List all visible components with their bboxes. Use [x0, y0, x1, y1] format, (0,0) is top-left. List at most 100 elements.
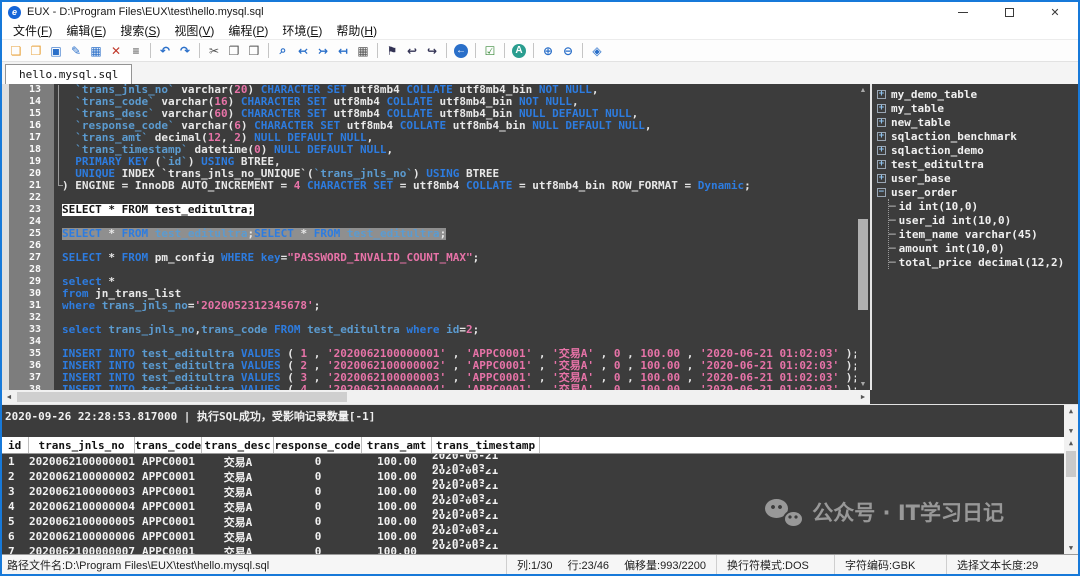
- open-file-icon[interactable]: ❐: [27, 42, 45, 59]
- table-row[interactable]: 72020062100000007APPC0001交易A0100.002020-…: [2, 544, 1078, 554]
- about-icon[interactable]: ◈: [588, 42, 606, 59]
- code-line[interactable]: 30from jn_trans_list: [2, 288, 856, 300]
- menu-item-h[interactable]: 帮助(H): [329, 22, 384, 39]
- tree-column-item[interactable]: user_id int(10,0): [889, 213, 1078, 227]
- table-row[interactable]: 22020062100000002APPC0001交易A0100.002020-…: [2, 469, 1078, 484]
- code-line[interactable]: 25SELECT * FROM test_editultra;SELECT * …: [2, 228, 856, 240]
- goto-line-icon[interactable]: ↤: [334, 42, 352, 59]
- editor-horizontal-scrollbar[interactable]: ◄ ►: [2, 390, 870, 404]
- minimize-button[interactable]: [940, 2, 986, 22]
- code-line[interactable]: 36INSERT INTO test_editultra VALUES ( 2 …: [2, 360, 856, 372]
- column-header-trans_code[interactable]: trans_code: [135, 437, 202, 453]
- tree-item-new_table[interactable]: +new_table: [877, 115, 1078, 129]
- menu-item-s[interactable]: 搜索(S): [113, 22, 167, 39]
- zoom-out-icon[interactable]: ⊖: [559, 42, 577, 59]
- expand-icon[interactable]: +: [877, 174, 886, 183]
- code-line[interactable]: 13 `trans_jnls_no` varchar(20) CHARACTER…: [2, 84, 856, 96]
- expand-icon[interactable]: +: [877, 146, 886, 155]
- tree-item-user_order[interactable]: −user_order: [877, 185, 1078, 199]
- code-line[interactable]: 28: [2, 264, 856, 276]
- code-line[interactable]: 32: [2, 312, 856, 324]
- prev-bookmark-icon[interactable]: ↩: [403, 42, 421, 59]
- code-line[interactable]: 29select *: [2, 276, 856, 288]
- tab-hello-mysql-sql[interactable]: hello.mysql.sql: [5, 64, 132, 84]
- code-line[interactable]: 34: [2, 336, 856, 348]
- next-bookmark-icon[interactable]: ↪: [423, 42, 441, 59]
- tree-item-test_editultra[interactable]: +test_editultra: [877, 157, 1078, 171]
- replace-icon[interactable]: ▦: [354, 42, 372, 59]
- close-button[interactable]: ✕: [1032, 2, 1078, 22]
- scroll-down-icon[interactable]: ▼: [1064, 542, 1078, 554]
- code-line[interactable]: 33select trans_jnls_no,trans_code FROM t…: [2, 324, 856, 336]
- column-header-trans_desc[interactable]: trans_desc: [202, 437, 274, 453]
- menu-item-e[interactable]: 环境(E): [275, 22, 329, 39]
- menu-item-v[interactable]: 视图(V): [167, 22, 221, 39]
- undo-icon[interactable]: ↶: [156, 42, 174, 59]
- table-row[interactable]: 62020062100000006APPC0001交易A0100.002020-…: [2, 529, 1078, 544]
- close-file-icon[interactable]: ✕: [107, 42, 125, 59]
- back-icon[interactable]: ←: [454, 44, 468, 58]
- save-as-icon[interactable]: ✎: [67, 42, 85, 59]
- scroll-up-icon[interactable]: ▲: [856, 84, 870, 96]
- code-line[interactable]: 23SELECT * FROM test_editultra;: [2, 204, 856, 216]
- reformat-icon[interactable]: ≡: [127, 42, 145, 59]
- scroll-right-icon[interactable]: ►: [856, 390, 870, 404]
- scrollbar-thumb[interactable]: [17, 392, 347, 402]
- find-prev-icon[interactable]: ↢: [294, 42, 312, 59]
- table-row[interactable]: 12020062100000001APPC0001交易A0100.002020-…: [2, 454, 1078, 469]
- menu-item-f[interactable]: 文件(F): [6, 22, 59, 39]
- tree-column-item[interactable]: total_price decimal(12,2): [889, 255, 1078, 269]
- code-line[interactable]: 26: [2, 240, 856, 252]
- editor-vertical-scrollbar[interactable]: ▲ ▼: [856, 84, 870, 390]
- expand-icon[interactable]: +: [877, 90, 886, 99]
- save-all-icon[interactable]: ▦: [87, 42, 105, 59]
- code-line[interactable]: 21) ENGINE = InnoDB AUTO_INCREMENT = 4 C…: [2, 180, 856, 192]
- bookmark-icon[interactable]: ⚑: [383, 42, 401, 59]
- new-file-icon[interactable]: ❏: [7, 42, 25, 59]
- paste-icon[interactable]: ❒: [245, 42, 263, 59]
- code-line[interactable]: 37INSERT INTO test_editultra VALUES ( 3 …: [2, 372, 856, 384]
- column-header-response_code[interactable]: response_code: [274, 437, 362, 453]
- code-line[interactable]: 20 UNIQUE INDEX `trans_jnls_no_UNIQUE`(`…: [2, 168, 856, 180]
- code-line[interactable]: 18 `trans_timestamp` datetime(0) NULL DE…: [2, 144, 856, 156]
- scroll-left-icon[interactable]: ◄: [2, 390, 16, 404]
- scroll-down-icon[interactable]: ▼: [1064, 425, 1078, 437]
- code-line[interactable]: 27SELECT * FROM pm_config WHERE key="PAS…: [2, 252, 856, 264]
- code-line[interactable]: 17 `trans_amt` decimal(12, 2) NULL DEFAU…: [2, 132, 856, 144]
- results-vertical-scrollbar[interactable]: ▲ ▼: [1064, 437, 1078, 554]
- collapse-icon[interactable]: −: [877, 188, 886, 197]
- maximize-button[interactable]: [986, 2, 1032, 22]
- code-line[interactable]: 31where trans_jnls_no='2020052312345678'…: [2, 300, 856, 312]
- code-editor[interactable]: 13 `trans_jnls_no` varchar(20) CHARACTER…: [2, 84, 856, 390]
- code-line[interactable]: 35INSERT INTO test_editultra VALUES ( 1 …: [2, 348, 856, 360]
- code-line[interactable]: 14 `trans_code` varchar(16) CHARACTER SE…: [2, 96, 856, 108]
- tree-item-my_demo_table[interactable]: +my_demo_table: [877, 87, 1078, 101]
- menu-item-e[interactable]: 编辑(E): [59, 22, 113, 39]
- find-icon[interactable]: ⌕: [274, 42, 292, 59]
- find-next-icon[interactable]: ↣: [314, 42, 332, 59]
- expand-icon[interactable]: +: [877, 160, 886, 169]
- tree-column-item[interactable]: amount int(10,0): [889, 241, 1078, 255]
- code-line[interactable]: 22: [2, 192, 856, 204]
- scroll-up-icon[interactable]: ▲: [1064, 405, 1078, 417]
- column-header-trans_jnls_no[interactable]: trans_jnls_no: [29, 437, 135, 453]
- code-line[interactable]: 15 `trans_desc` varchar(60) CHARACTER SE…: [2, 108, 856, 120]
- code-line[interactable]: 24: [2, 216, 856, 228]
- column-header-id[interactable]: id: [2, 437, 29, 453]
- redo-icon[interactable]: ↷: [176, 42, 194, 59]
- code-line[interactable]: 19 PRIMARY KEY (`id`) USING BTREE,: [2, 156, 856, 168]
- tree-column-item[interactable]: item_name varchar(45): [889, 227, 1078, 241]
- scroll-down-icon[interactable]: ▼: [856, 378, 870, 390]
- copy-icon[interactable]: ❐: [225, 42, 243, 59]
- tree-item-my_table[interactable]: +my_table: [877, 101, 1078, 115]
- expand-icon[interactable]: +: [877, 118, 886, 127]
- code-line[interactable]: 16 `response_code` varchar(6) CHARACTER …: [2, 120, 856, 132]
- save-icon[interactable]: ▣: [47, 42, 65, 59]
- column-header-trans_timestamp[interactable]: trans_timestamp: [432, 437, 540, 453]
- tree-column-item[interactable]: id int(10,0): [889, 199, 1078, 213]
- scroll-up-icon[interactable]: ▲: [1064, 437, 1078, 449]
- expand-icon[interactable]: +: [877, 132, 886, 141]
- zoom-in-icon[interactable]: ⊕: [539, 42, 557, 59]
- expand-icon[interactable]: +: [877, 104, 886, 113]
- scrollbar-thumb[interactable]: [1066, 451, 1076, 477]
